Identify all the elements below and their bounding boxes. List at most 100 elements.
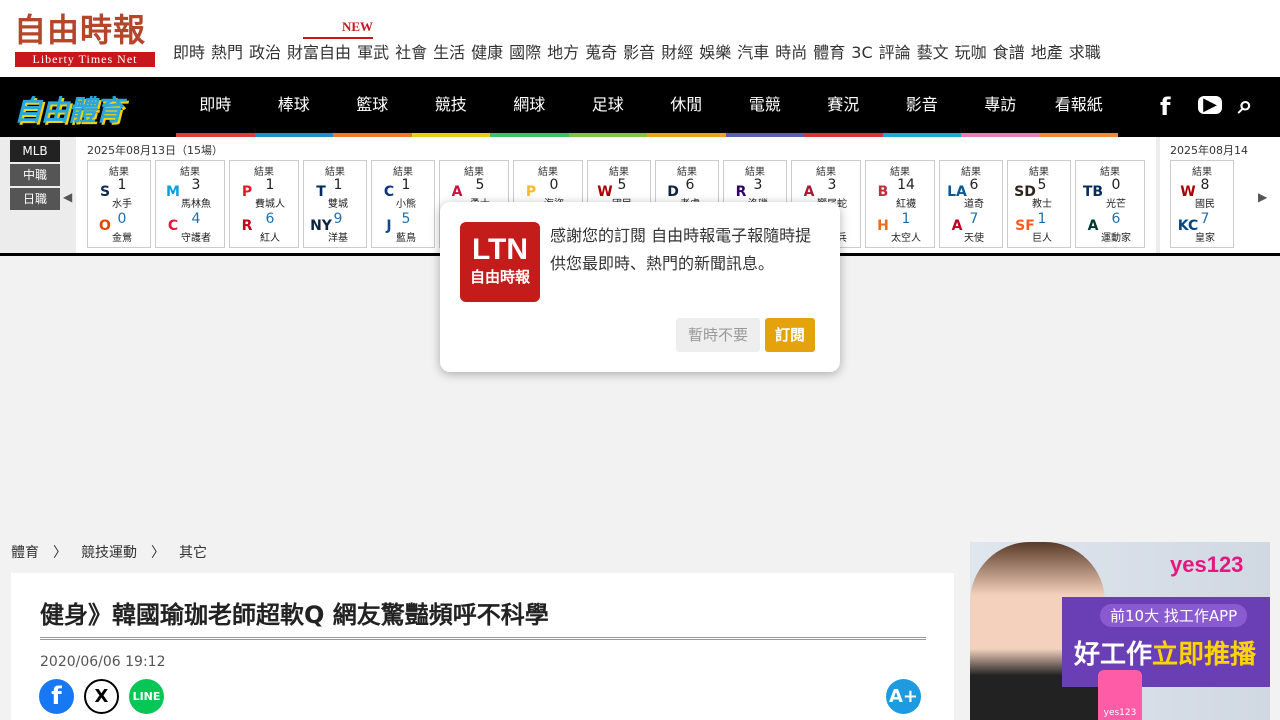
sports-nav-label: 專訪 [984,95,1017,114]
team-name: 運動家 [1101,233,1131,244]
game-card[interactable]: 結果 B 14 紅襪 H 1 太空人 [865,160,935,248]
team-score: 0 [1111,177,1121,193]
league-tab[interactable]: MLB [10,140,60,162]
sports-nav-item[interactable]: 籃球 [333,77,412,137]
sports-header: 自由體育 即時 棒球 籃球 競技 網球 足球 休閒 電競 賽況 影音 專訪 看報紙 f ▶ ⌕ [0,77,1280,137]
site-nav-item[interactable]: 影音 [620,42,658,64]
game-card[interactable]: 結果 C 1 小熊 J 5 藍鳥 [371,160,435,248]
team-score: 1 [901,211,911,227]
game-team-row: C 1 小熊 [376,177,430,210]
breadcrumb-item[interactable]: 競技運動 [81,542,137,562]
article-title: 健身》韓國瑜珈老師超軟Q 網友驚豔頻呼不科學 [40,601,549,629]
league-tab[interactable]: 日職 [10,188,60,210]
team-score: 3 [753,177,763,193]
game-status: 結果 [1100,167,1120,178]
facebook-share-icon[interactable]: f [39,679,74,714]
sports-nav-item[interactable]: 即時 [176,77,255,137]
team-score: 1 [265,177,275,193]
team-score: 5 [401,211,411,227]
site-nav-item[interactable]: 時尚 [772,42,810,64]
site-nav-item[interactable]: 健康 [468,42,506,64]
site-nav-item[interactable]: 藝文 [914,42,952,64]
league-tab[interactable]: 中職 [10,164,60,186]
sports-nav-item[interactable]: 影音 [882,77,961,137]
sports-nav-item[interactable]: 休閒 [647,77,726,137]
team-name: 巨人 [1032,233,1052,244]
line-share-icon[interactable]: LINE [129,679,164,714]
site-nav-item[interactable]: 3C [848,42,875,64]
site-nav-item[interactable]: 財富自由 [284,42,354,64]
ad-banner[interactable]: yes123 前10大 找工作APP 好工作立即推播 yes123 [970,542,1270,720]
team-score: 6 [1111,211,1121,227]
game-card[interactable]: 結果 SD 5 教士 SF 1 巨人 [1007,160,1071,248]
site-nav-item[interactable]: 國際 [506,42,544,64]
site-nav-item[interactable]: 評論 [876,42,914,64]
team-score: 6 [265,211,275,227]
facebook-icon[interactable]: f [1160,93,1170,121]
site-nav-item[interactable]: 求職 [1066,42,1104,64]
scroll-left-icon[interactable]: ◀ [63,190,72,204]
game-status: 結果 [325,167,345,178]
site-nav-item[interactable]: 軍武 [354,42,392,64]
game-status: 結果 [1192,167,1212,178]
breadcrumb-separator: 〉 [53,545,67,561]
site-nav-item[interactable]: 政治 [246,42,284,64]
game-card[interactable]: 結果 T 1 雙城 NY 9 洋基 [303,160,367,248]
site-nav-item[interactable]: 財經 [658,42,696,64]
font-size-button[interactable]: A+ [886,679,921,714]
sports-nav-item[interactable]: 電競 [725,77,804,137]
team-score: 1 [333,177,343,193]
sports-nav-item[interactable]: 看報紙 [1039,77,1118,137]
game-team-row: KC 7 皇家 [1175,211,1229,244]
team-name: 光芒 [1106,199,1126,210]
game-status: 結果 [609,167,629,178]
sports-nav-label: 賽況 [827,95,860,114]
game-card[interactable]: 結果 LA 6 道奇 A 7 天使 [939,160,1003,248]
site-nav-item[interactable]: 蒐奇 [582,42,620,64]
team-name: 藍鳥 [396,233,416,244]
site-nav-item[interactable]: 娛樂 [696,42,734,64]
title-divider [40,637,926,640]
game-team-row: W 8 國民 [1175,177,1229,210]
scores-date-next: 2025年08月14 [1170,144,1248,157]
logo-en: Liberty Times Net [15,52,155,67]
site-nav-item[interactable]: 汽車 [734,42,772,64]
game-team-row: LA 6 道奇 [944,177,998,210]
breadcrumb-item[interactable]: 體育 [11,542,39,562]
site-nav-item[interactable]: 生活 [430,42,468,64]
sports-nav-item[interactable]: 棒球 [254,77,333,137]
sports-nav-item[interactable]: 賽況 [804,77,883,137]
x-share-icon[interactable]: X [84,679,119,714]
game-team-row: A 7 天使 [944,211,998,244]
breadcrumb-item[interactable]: 其它 [179,542,207,562]
site-nav-item[interactable]: 即時 [170,42,208,64]
subscribe-button[interactable]: 訂閱 [765,318,815,352]
site-nav-item[interactable]: 地產 [1028,42,1066,64]
game-team-row: T 1 雙城 [308,177,362,210]
team-name: 小熊 [396,199,416,210]
sports-nav-item[interactable]: 競技 [411,77,490,137]
scroll-right-icon[interactable]: ▶ [1258,190,1267,204]
game-status: 結果 [464,167,484,178]
site-nav-item[interactable]: 地方 [544,42,582,64]
game-card[interactable]: 結果 W 8 國民 KC 7 皇家 [1170,160,1234,248]
site-nav-item[interactable]: 社會 [392,42,430,64]
game-card[interactable]: 結果 S 1 水手 O 0 金鶯 [87,160,151,248]
youtube-icon[interactable]: ▶ [1198,96,1222,114]
sports-nav-item[interactable]: 網球 [490,77,569,137]
subscribe-popup: LTN 自由時報 感謝您的訂閱 自由時報電子報隨時提供您最即時、熱門的新聞訊息。… [440,202,840,372]
site-nav-item[interactable]: 玩咖 [952,42,990,64]
not-now-button[interactable]: 暫時不要 [676,318,760,352]
sports-logo[interactable]: 自由體育 [14,89,123,129]
search-icon[interactable]: ⌕ [1238,90,1253,121]
site-logo[interactable]: 自由時報 Liberty Times Net [14,10,156,68]
game-card[interactable]: 結果 P 1 費城人 R 6 紅人 [229,160,299,248]
site-nav-item[interactable]: 食譜 [990,42,1028,64]
game-card[interactable]: 結果 TB 0 光芒 A 6 運動家 [1075,160,1145,248]
sports-nav-item[interactable]: 專訪 [961,77,1040,137]
team-score: 5 [475,177,485,193]
site-nav-item[interactable]: 體育 [810,42,848,64]
game-card[interactable]: 結果 M 3 馬林魚 C 4 守護者 [155,160,225,248]
site-nav-item[interactable]: 熱門 [208,42,246,64]
sports-nav-item[interactable]: 足球 [568,77,647,137]
